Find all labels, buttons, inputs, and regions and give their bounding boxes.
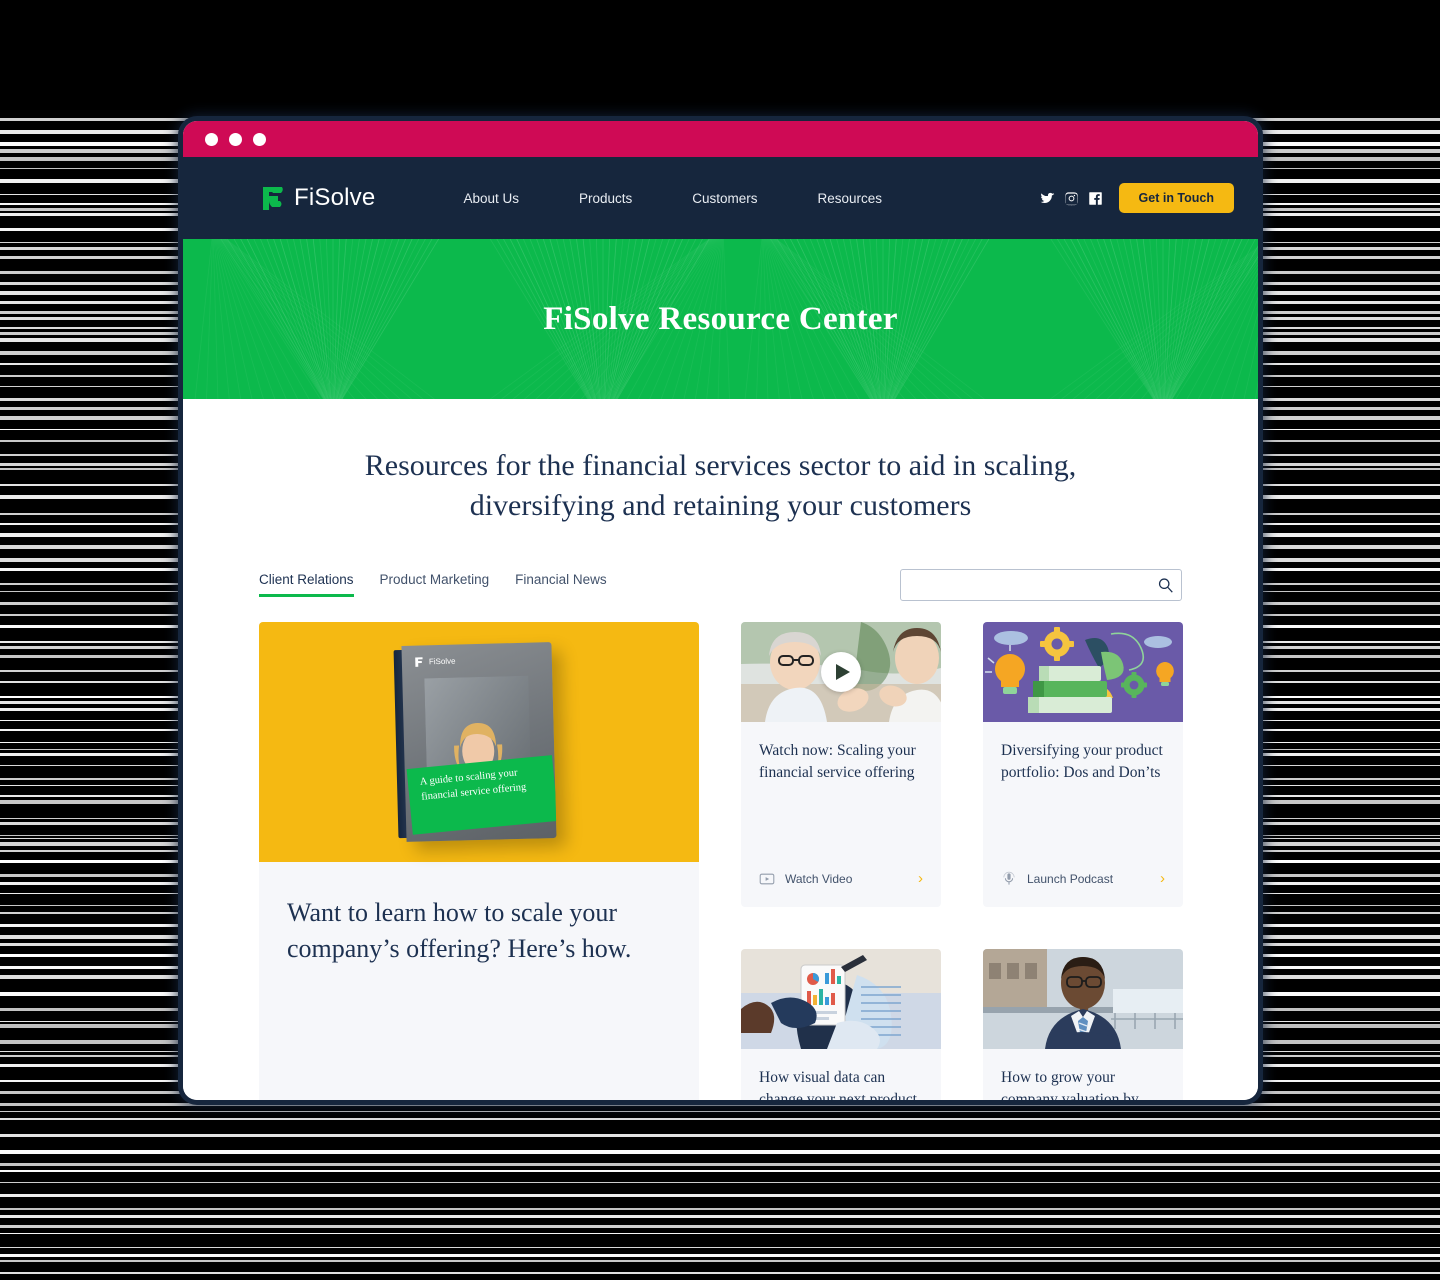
card-action-launch-podcast[interactable]: Launch Podcast › [983, 849, 1183, 907]
card-media-photo [741, 948, 941, 1049]
social-links [1040, 191, 1103, 206]
resource-card-launch-podcast[interactable]: Diversifying your product portfolio: Dos… [983, 621, 1183, 907]
featured-card-title: Want to learn how to scale your company’… [287, 897, 632, 963]
tab-financial-news[interactable]: Financial News [515, 572, 607, 597]
intro-line-2: diversifying and retaining your customer… [469, 488, 972, 522]
podcast-microphone-icon [1003, 871, 1015, 885]
video-icon [759, 873, 775, 885]
nav-right-group: Get in Touch [1040, 183, 1234, 213]
card-title: Watch now: Scaling your financial servic… [759, 741, 916, 782]
photo-businessman-glasses [983, 948, 1183, 1049]
card-title: How to grow your company valuation by 20… [1001, 1068, 1139, 1100]
tab-product-marketing[interactable]: Product Marketing [380, 572, 490, 597]
photo-tablet-charts [741, 948, 941, 1049]
browser-window-inner: FiSolve About Us Products Customers Reso… [183, 121, 1258, 1100]
search-icon[interactable] [1157, 576, 1174, 593]
featured-resource-card[interactable]: FiSolve A guide to scaling your financia… [259, 621, 699, 1100]
get-in-touch-button[interactable]: Get in Touch [1118, 183, 1234, 213]
intro-line-1: Resources for the financial services sec… [364, 449, 1077, 482]
window-minimize-dot[interactable] [229, 132, 242, 146]
browser-title-bar [183, 121, 1258, 157]
tab-client-relations[interactable]: Client Relations [259, 572, 354, 598]
page-body: Resources for the financial services sec… [183, 399, 1258, 1100]
intro-text: Resources for the financial services sec… [259, 399, 1182, 526]
nav-link-customers[interactable]: Customers [662, 191, 787, 206]
filter-row: Client Relations Product Marketing Finan… [259, 568, 1182, 601]
resource-card-company-valuation[interactable]: How to grow your company valuation by 20… [983, 948, 1183, 1100]
card-media-photo [983, 948, 1183, 1049]
card-action-label: Launch Podcast [1027, 871, 1114, 886]
nav-links: About Us Products Customers Resources [433, 191, 912, 206]
resource-card-grid: FiSolve A guide to scaling your financia… [259, 621, 1183, 1100]
brand-name: FiSolve [294, 184, 376, 211]
hero-banner: FiSolve Resource Center [183, 239, 1258, 399]
resource-card-watch-video[interactable]: Watch now: Scaling your financial servic… [741, 621, 941, 907]
brand-logo[interactable]: FiSolve [259, 184, 375, 212]
card-media-illustration [983, 621, 1183, 722]
ebook-cover-band-text: A guide to scaling your financial servic… [419, 767, 527, 803]
instagram-icon[interactable] [1064, 191, 1079, 206]
resource-card-visual-data[interactable]: How visual data can change your next pro… [741, 948, 941, 1100]
nav-link-resources[interactable]: Resources [788, 191, 913, 206]
fisolve-logo-icon [259, 186, 283, 210]
search-box [900, 568, 1182, 601]
illustration-books-gears-lightbulbs [983, 621, 1183, 722]
chevron-right-icon: › [1160, 870, 1165, 888]
facebook-icon[interactable] [1088, 191, 1103, 206]
page-title: FiSolve Resource Center [543, 300, 898, 337]
play-button-overlay[interactable] [821, 651, 861, 692]
card-title: How visual data can change your next pro… [759, 1068, 917, 1100]
site-navigation-bar: FiSolve About Us Products Customers Reso… [183, 157, 1258, 239]
twitter-icon[interactable] [1040, 191, 1055, 206]
card-action-label: Watch Video [785, 871, 853, 886]
card-action-watch-video[interactable]: Watch Video › [741, 849, 941, 907]
window-close-dot[interactable] [205, 132, 218, 146]
featured-card-media: FiSolve A guide to scaling your financia… [259, 621, 699, 862]
nav-link-about-us[interactable]: About Us [433, 191, 549, 206]
fisolve-logo-icon [415, 657, 423, 667]
ebook-cover-brand: FiSolve [428, 656, 456, 667]
search-input[interactable] [900, 568, 1182, 601]
ebook-cover-band: A guide to scaling your financial servic… [406, 754, 557, 835]
window-maximize-dot[interactable] [253, 132, 266, 146]
category-tabs: Client Relations Product Marketing Finan… [259, 572, 607, 598]
ebook-mockup: FiSolve A guide to scaling your financia… [393, 641, 557, 842]
ebook-cover-logo: FiSolve [414, 655, 456, 667]
chevron-right-icon: › [918, 870, 923, 888]
card-title: Diversifying your product portfolio: Dos… [1001, 741, 1163, 782]
browser-window: FiSolve About Us Products Customers Reso… [183, 121, 1258, 1100]
nav-link-products[interactable]: Products [549, 191, 662, 206]
card-media-video-thumbnail [741, 621, 941, 722]
ebook-cover: FiSolve A guide to scaling your financia… [401, 641, 557, 842]
play-triangle-icon [836, 663, 850, 680]
